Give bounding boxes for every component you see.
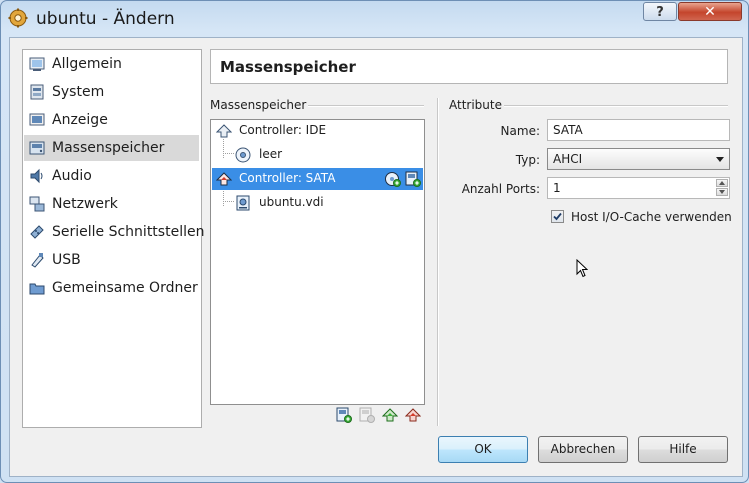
close-window-button[interactable]: ✕	[678, 2, 742, 21]
tree-item-label: ubuntu.vdi	[259, 195, 324, 209]
dialog-window: ubuntu - Ändern ? ✕ Allgemein System Anz…	[0, 0, 749, 483]
storage-group-label: Massenspeicher	[210, 98, 307, 112]
host-io-cache-label[interactable]: Host I/O-Cache verwenden	[571, 210, 732, 224]
nav-item-usb[interactable]: USB	[24, 247, 199, 273]
add-controller-icon[interactable]	[382, 407, 398, 423]
attributes-group-label: Attribute	[449, 98, 502, 112]
group-divider	[504, 105, 728, 107]
type-select[interactable]: AHCI	[547, 148, 730, 170]
help-button[interactable]: Hilfe	[638, 436, 728, 463]
nav-item-massenspeicher[interactable]: Massenspeicher	[24, 135, 199, 161]
hard-disk-icon	[236, 195, 250, 211]
nav-item-netzwerk[interactable]: Netzwerk	[24, 191, 199, 217]
arrow-up-icon	[719, 181, 725, 185]
ide-controller-icon	[216, 124, 232, 138]
add-attachment-icon[interactable]	[336, 407, 352, 423]
general-settings-icon	[29, 57, 45, 71]
tree-item-label: Controller: IDE	[239, 123, 327, 137]
mouse-pointer-icon	[576, 259, 588, 278]
add-hard-disk-icon[interactable]	[405, 171, 421, 187]
ports-field-label: Anzahl Ports:	[461, 182, 540, 196]
audio-speaker-icon	[30, 168, 43, 184]
nav-item-serielle-schnittstellen[interactable]: Serielle Schnittstellen	[24, 219, 204, 245]
nav-item-label: Anzeige	[52, 112, 108, 128]
system-chip-icon	[30, 84, 44, 100]
dialog-client-area: Allgemein System Anzeige Massenspeicher …	[9, 37, 743, 477]
checkmark-icon	[553, 212, 562, 221]
nav-item-label: Serielle Schnittstellen	[52, 224, 205, 240]
nav-item-label: Netzwerk	[52, 196, 118, 212]
cancel-button[interactable]: Abbrechen	[538, 436, 628, 463]
name-field-label: Name:	[500, 124, 540, 138]
nav-item-label: Audio	[52, 168, 92, 184]
vertical-separator	[437, 98, 439, 426]
nav-item-label: USB	[52, 252, 81, 268]
ports-value: 1	[553, 181, 561, 195]
tree-item-label: Controller: SATA	[239, 171, 336, 185]
nav-item-anzeige[interactable]: Anzeige	[24, 107, 199, 133]
nav-item-label: Gemeinsame Ordner	[52, 280, 198, 296]
cd-drive-icon	[235, 147, 251, 163]
storage-tree[interactable]: Controller: IDE leer Controller: SATA ub…	[210, 119, 425, 405]
tree-item-controller-ide[interactable]: Controller: IDE	[212, 120, 423, 142]
group-divider	[308, 105, 424, 107]
nav-item-label: Massenspeicher	[52, 140, 165, 156]
shared-folder-icon	[29, 283, 45, 295]
remove-controller-icon[interactable]	[405, 407, 421, 423]
tree-item-label: leer	[259, 147, 283, 161]
serial-port-icon	[30, 225, 44, 239]
nav-item-system[interactable]: System	[24, 79, 199, 105]
nav-item-allgemein[interactable]: Allgemein	[24, 51, 199, 77]
nav-item-gemeinsame-ordner[interactable]: Gemeinsame Ordner	[24, 275, 199, 301]
tree-item-ubuntu-vdi[interactable]: ubuntu.vdi	[212, 192, 423, 214]
window-title: ubuntu - Ändern	[36, 9, 175, 29]
settings-category-list: Allgemein System Anzeige Massenspeicher …	[22, 49, 204, 428]
type-field-label: Typ:	[515, 153, 540, 167]
storage-disk-icon	[29, 141, 45, 155]
tree-item-controller-sata[interactable]: Controller: SATA	[212, 168, 423, 190]
chevron-down-icon	[716, 157, 724, 162]
spin-down-button[interactable]	[716, 188, 728, 196]
spin-up-button[interactable]	[716, 179, 728, 187]
nav-item-label: System	[52, 84, 105, 100]
name-input[interactable]: SATA	[547, 119, 730, 141]
tree-item-leer[interactable]: leer	[212, 144, 423, 166]
ok-button[interactable]: OK	[438, 436, 528, 463]
page-title: Massenspeicher	[220, 58, 356, 76]
network-icon	[29, 196, 45, 212]
arrow-down-icon	[719, 190, 725, 194]
usb-icon	[31, 253, 44, 268]
nav-item-label: Allgemein	[52, 56, 122, 72]
virtualbox-gear-icon	[8, 8, 28, 28]
remove-attachment-icon[interactable]	[359, 407, 375, 423]
host-io-cache-checkbox[interactable]	[551, 210, 564, 223]
help-title-button[interactable]: ?	[643, 2, 677, 21]
add-cd-drive-icon[interactable]	[385, 171, 401, 187]
page-title-box: Massenspeicher	[210, 49, 728, 84]
type-select-value: AHCI	[553, 152, 583, 166]
ports-spinbox[interactable]: 1	[547, 177, 730, 199]
nav-item-audio[interactable]: Audio	[24, 163, 199, 189]
title-bar[interactable]: ubuntu - Ändern ? ✕	[1, 1, 748, 37]
display-icon	[29, 113, 45, 126]
sata-controller-icon	[216, 172, 232, 186]
